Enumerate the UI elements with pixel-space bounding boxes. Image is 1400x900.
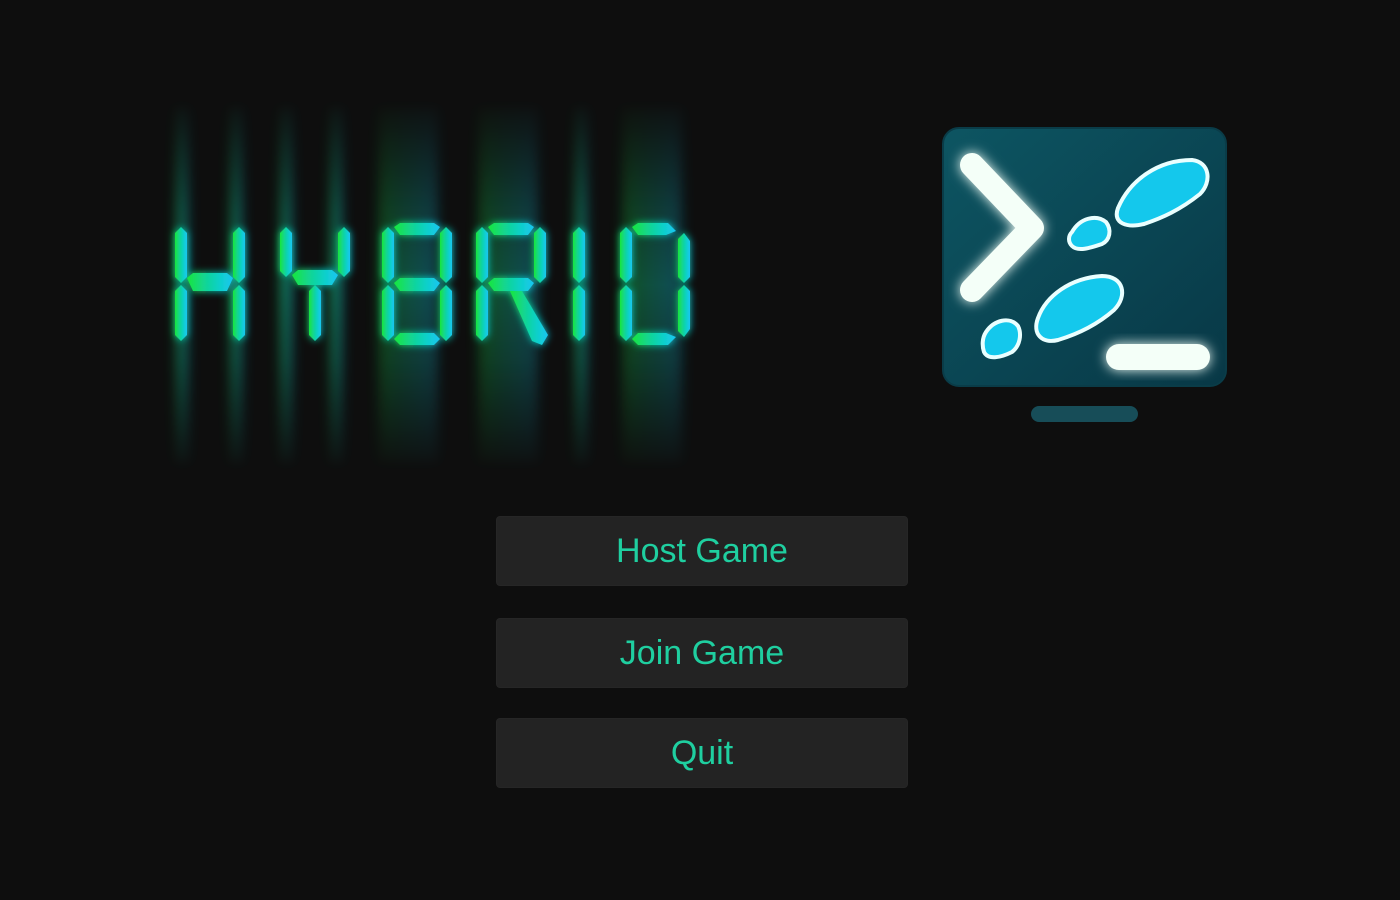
quit-label: Quit — [670, 733, 734, 772]
terminal-footsteps-icon — [942, 127, 1227, 422]
quit-button[interactable]: Quit — [496, 718, 908, 788]
main-menu-screen: Host Game Join Game Quit — [0, 0, 1400, 900]
join-game-label: Join Game — [619, 633, 785, 672]
join-game-button[interactable]: Join Game — [496, 618, 908, 688]
main-menu: Host Game Join Game Quit — [496, 516, 908, 788]
prompt-cursor-icon — [1106, 344, 1210, 370]
hybrid-title-logo — [175, 105, 690, 465]
host-game-label: Host Game — [616, 531, 788, 570]
host-game-button[interactable]: Host Game — [496, 516, 908, 586]
